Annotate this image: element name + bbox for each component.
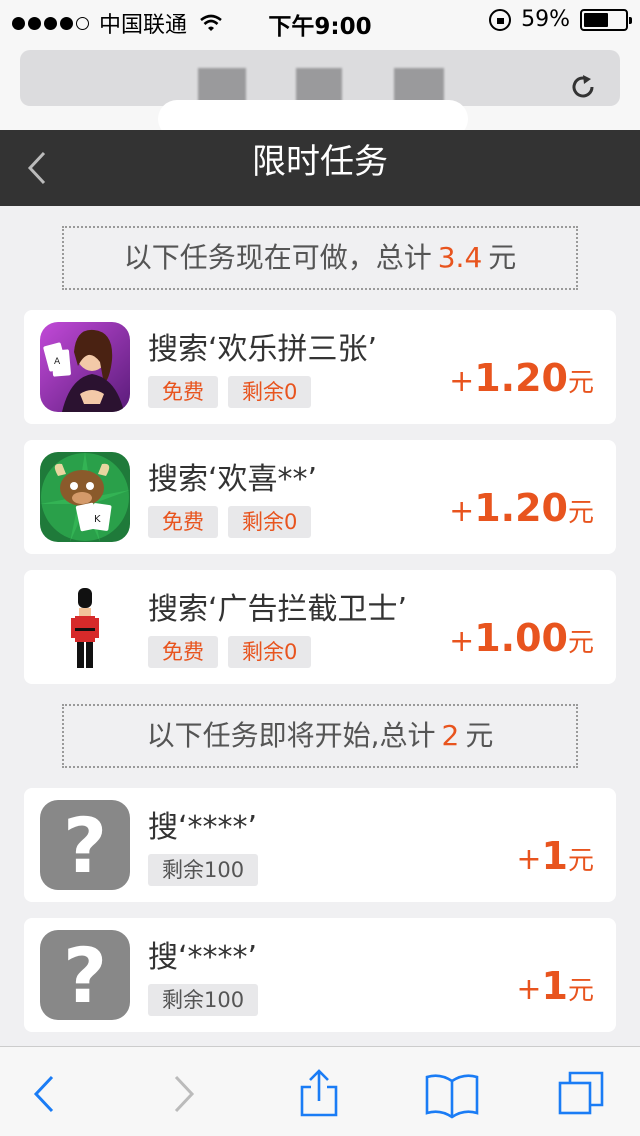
reward-value: 1 bbox=[541, 834, 568, 878]
reward-unit: 元 bbox=[567, 628, 594, 658]
task-card[interactable]: ? 搜‘****’ 剩余100 +1 元 bbox=[24, 918, 616, 1032]
card-game-icon: A bbox=[40, 322, 130, 412]
reward-value: 1 bbox=[541, 964, 568, 1008]
bookmarks-icon[interactable] bbox=[424, 1069, 480, 1119]
section-amount: 3.4 bbox=[437, 241, 483, 274]
remaining-badge: 剩余0 bbox=[228, 506, 312, 538]
reward-value: 1.20 bbox=[474, 486, 568, 530]
task-title: 搜‘****’ bbox=[148, 810, 258, 845]
section-header-upcoming: 以下任务即将开始,总计 2 元 bbox=[62, 704, 578, 768]
reward-amount: +1 元 bbox=[516, 834, 594, 878]
section-suffix: 元 bbox=[465, 719, 494, 752]
page-title: 限时任务 bbox=[252, 142, 388, 182]
task-tags: 免费 剩余0 bbox=[148, 506, 312, 538]
free-badge: 免费 bbox=[148, 506, 218, 538]
section-prefix: 以下任务即将开始,总计 bbox=[146, 719, 436, 752]
reward-unit: 元 bbox=[567, 368, 594, 398]
tabs-icon[interactable] bbox=[556, 1069, 606, 1119]
battery-icon bbox=[580, 8, 632, 31]
remaining-badge: 剩余0 bbox=[228, 636, 312, 668]
section-prefix: 以下任务现在可做，总计 bbox=[123, 241, 432, 274]
task-tags: 免费 剩余0 bbox=[148, 376, 312, 408]
free-badge: 免费 bbox=[148, 636, 218, 668]
task-title: 搜索‘欢乐拼三张’ bbox=[148, 332, 378, 367]
status-bar: 中国联通 下午9:00 59% bbox=[0, 0, 640, 40]
task-title: 搜‘****’ bbox=[148, 940, 258, 975]
battery-percent: 59% bbox=[521, 7, 570, 32]
forward-icon[interactable] bbox=[158, 1069, 208, 1119]
reward-amount: +1.20 元 bbox=[449, 356, 594, 400]
back-icon[interactable] bbox=[20, 1069, 70, 1119]
task-card[interactable]: 搜索‘广告拦截卫士’ 免费 剩余0 +1.00 元 bbox=[24, 570, 616, 684]
remaining-badge: 剩余100 bbox=[148, 854, 259, 886]
reward-value: 1.00 bbox=[474, 616, 568, 660]
question-icon: ? bbox=[40, 930, 130, 1020]
section-suffix: 元 bbox=[488, 241, 517, 274]
remaining-badge: 剩余100 bbox=[148, 984, 259, 1016]
rotation-lock-icon bbox=[489, 8, 512, 31]
task-title: 搜索‘欢喜**’ bbox=[148, 462, 318, 497]
battery-fill bbox=[584, 12, 608, 27]
section-header-available: 以下任务现在可做，总计 3.4 元 bbox=[62, 226, 578, 290]
browser-toolbar bbox=[0, 1046, 640, 1136]
reward-plus: + bbox=[449, 494, 475, 529]
question-icon: ? bbox=[40, 800, 130, 890]
task-title: 搜索‘广告拦截卫士’ bbox=[148, 592, 408, 627]
free-badge: 免费 bbox=[148, 376, 218, 408]
task-card[interactable]: A 搜索‘欢乐拼三张’ 免费 剩余0 +1.20 元 bbox=[24, 310, 616, 424]
task-card[interactable]: K 搜索‘欢喜**’ 免费 剩余0 +1.20 元 bbox=[24, 440, 616, 554]
reward-unit: 元 bbox=[567, 846, 594, 876]
reward-plus: + bbox=[449, 364, 475, 399]
reward-amount: +1.20 元 bbox=[449, 486, 594, 530]
share-icon[interactable] bbox=[294, 1069, 344, 1119]
reload-icon[interactable] bbox=[568, 72, 598, 102]
guard-icon bbox=[40, 582, 130, 672]
reward-amount: +1 元 bbox=[516, 964, 594, 1008]
reward-value: 1.20 bbox=[474, 356, 568, 400]
reward-amount: +1.00 元 bbox=[449, 616, 594, 660]
nav-bar: 限时任务 bbox=[0, 130, 640, 206]
reward-plus: + bbox=[516, 972, 542, 1007]
svg-text:A: A bbox=[54, 357, 61, 367]
svg-text:K: K bbox=[94, 514, 101, 525]
section-amount: 2 bbox=[441, 719, 460, 752]
task-tags: 剩余100 bbox=[148, 984, 259, 1016]
reward-plus: + bbox=[449, 624, 475, 659]
browser-url-area bbox=[0, 40, 640, 138]
bull-poker-icon: K bbox=[40, 452, 130, 542]
task-tags: 剩余100 bbox=[148, 854, 259, 886]
reward-plus: + bbox=[516, 842, 542, 877]
task-card[interactable]: ? 搜‘****’ 剩余100 +1 元 bbox=[24, 788, 616, 902]
reward-unit: 元 bbox=[567, 498, 594, 528]
reward-unit: 元 bbox=[567, 976, 594, 1006]
address-bar[interactable] bbox=[20, 50, 620, 108]
task-tags: 免费 剩余0 bbox=[148, 636, 312, 668]
status-right: 59% bbox=[489, 7, 632, 32]
remaining-badge: 剩余0 bbox=[228, 376, 312, 408]
